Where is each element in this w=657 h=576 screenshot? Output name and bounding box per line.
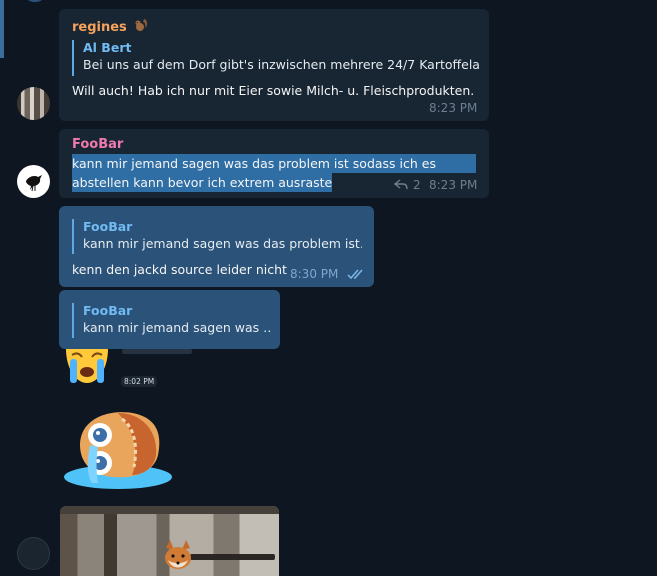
reply-text: Bei uns auf dem Dorf gibt's inzwischen m… [83,57,480,72]
avatar-car[interactable] [17,537,50,570]
crying-emoji-sticker[interactable] [64,349,110,383]
message-bubble-outgoing[interactable]: FooBar kann mir jemand sagen was das pro… [59,206,374,287]
sender-name[interactable]: regines [72,17,149,37]
scroll-position-indicator [0,0,4,58]
fox-kit-photo-subject [160,540,196,576]
message-line-1: kann mir jemand sagen was das problem is… [72,154,476,173]
message-text: Will auch! Hab ich nur mit Eier sowie Mi… [72,83,475,98]
double-check-icon [347,268,365,284]
avatar-regines[interactable] [17,87,50,120]
message-time: 8:30 PM [290,267,339,281]
bird-icon [26,175,42,192]
reply-author: Al Bert [83,40,132,55]
sticker-time: 8:02 PM [121,376,158,387]
sticker-caption-bar [122,349,192,354]
message-bubble-outgoing-reply[interactable]: FooBar kann mir jemand sagen was … [59,290,280,349]
reply-quote[interactable]: FooBar kann mir jemand sagen was das pro… [72,219,362,254]
avatar-foobar[interactable] [17,165,50,198]
photo-message[interactable] [60,506,279,576]
reply-count[interactable]: 2 [413,178,421,192]
squirrel-emoji-icon [133,17,149,37]
message-bubble-regines[interactable]: regines Al Bert Bei uns auf dem Dorf gib… [59,9,489,121]
reply-quote[interactable]: FooBar kann mir jemand sagen was … [72,303,272,338]
photo-hinge [190,554,275,560]
reply-text: kann mir jemand sagen was das problem is… [83,236,362,251]
message-line-2: abstellen kann bevor ich extrem ausraste [72,173,333,192]
message-time: 8:23 PM [429,178,478,192]
reply-author: FooBar [83,303,133,318]
reply-text: kann mir jemand sagen was … [83,320,272,335]
message-text: kenn den jackd source leider nicht [72,262,287,277]
reply-author: FooBar [83,219,133,234]
sender-name-text: regines [72,20,127,35]
sender-name[interactable]: FooBar [72,137,123,152]
avatar-partial[interactable] [23,0,47,2]
reply-quote[interactable]: Al Bert Bei uns auf dem Dorf gibt's inzw… [72,40,480,76]
photo-plank [60,506,279,514]
reply-arrow-icon[interactable] [393,179,408,195]
message-time: 8:23 PM [429,101,478,115]
message-bubble-foobar[interactable]: FooBar kann mir jemand sagen was das pro… [59,129,489,198]
crying-sandwich-sticker[interactable] [62,405,174,495]
